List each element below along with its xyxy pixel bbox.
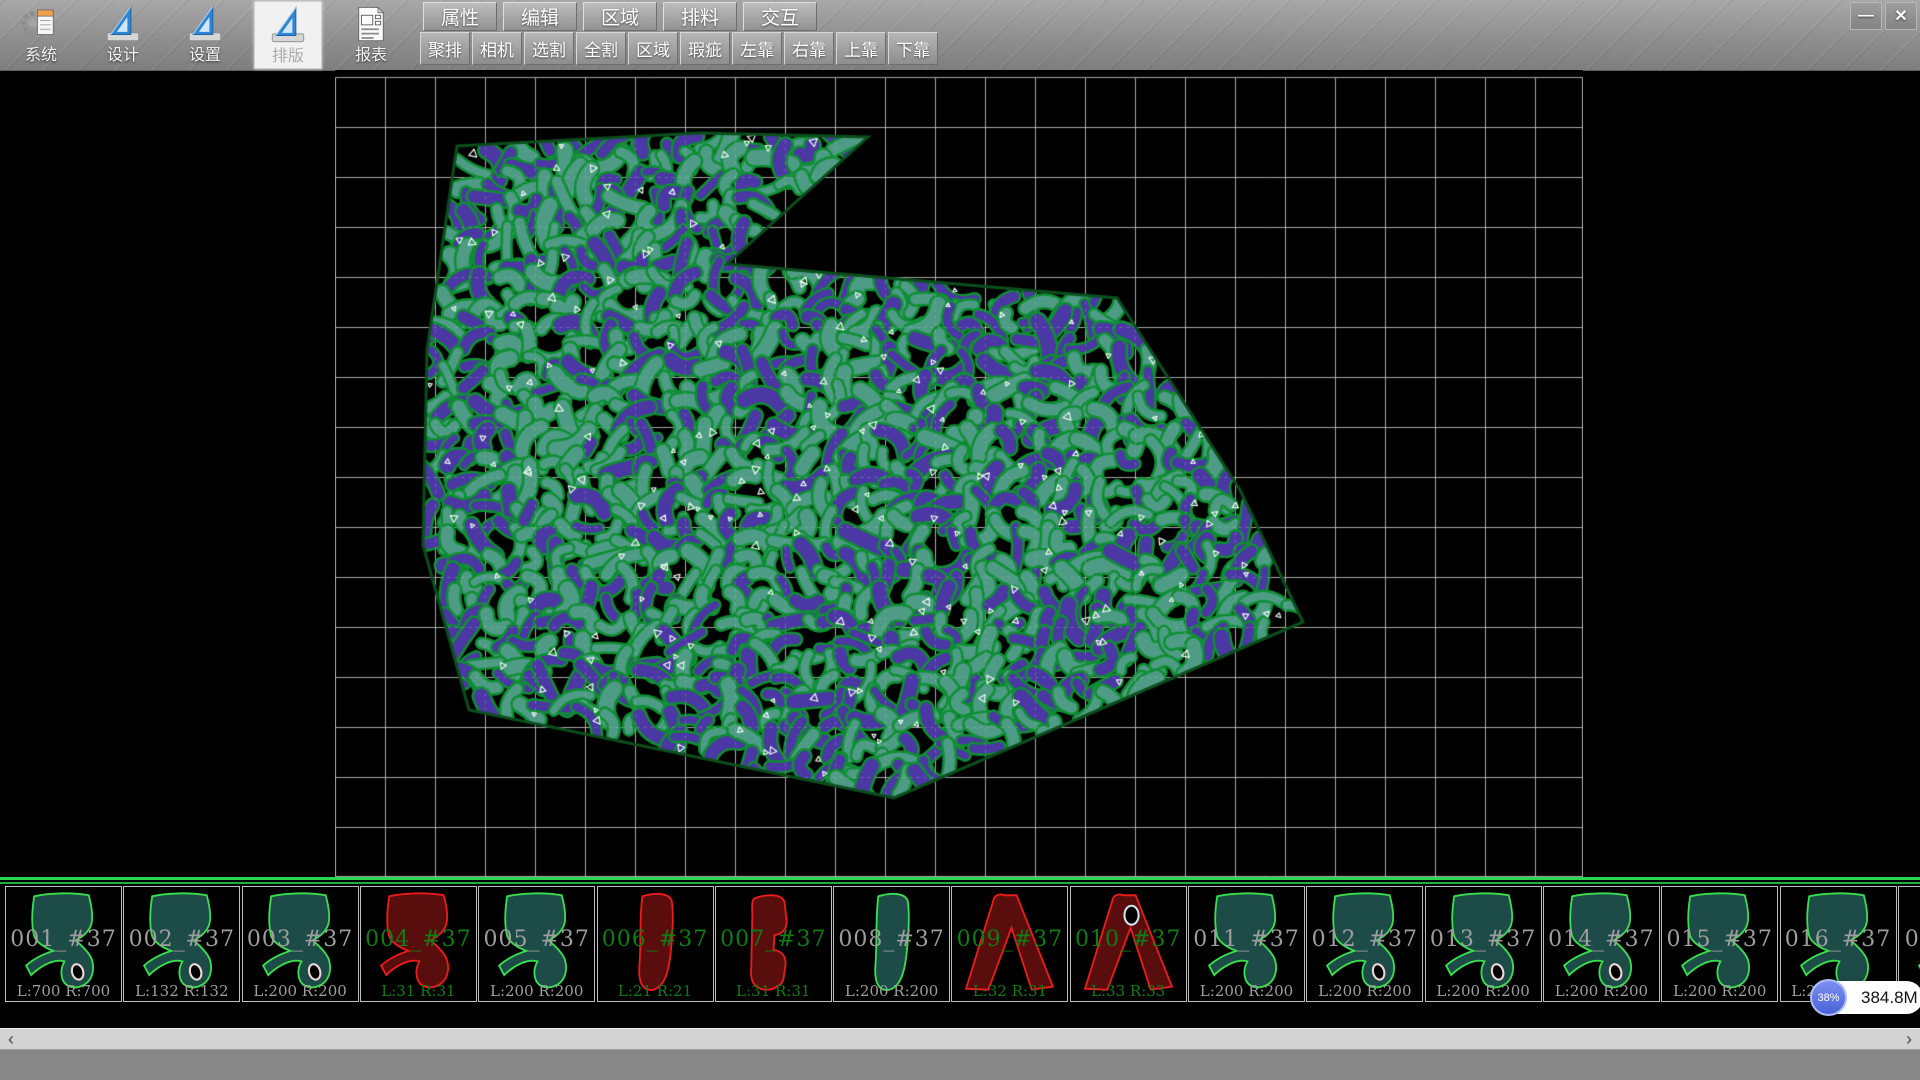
menu-item-4[interactable]: 排料 <box>663 2 737 31</box>
thumbnail-strip: 001_#37L:700 R:700002_#37L:132 R:132003_… <box>0 886 1920 1003</box>
piece-lr-count: L:32 R:31 <box>952 982 1067 1000</box>
nesting-canvas[interactable] <box>335 70 1583 877</box>
piece-lr-count: L:31 R:31 <box>361 982 476 1000</box>
tool-button-8[interactable]: 右靠 <box>784 32 834 65</box>
menu-item-2[interactable]: 编辑 <box>503 2 577 31</box>
piece-lr-count: L:21 R:21 <box>598 982 713 1000</box>
tool-button-10[interactable]: 下靠 <box>888 32 938 65</box>
tool-button-7[interactable]: 左靠 <box>732 32 782 65</box>
thumbnail-12[interactable]: 012_#37 L:200 R:200 <box>1306 886 1423 1002</box>
piece-label: 006_#37 <box>598 927 713 952</box>
piece-lr-count: L:33 R:33 <box>1071 982 1186 1000</box>
piece-label: 015_#37 <box>1662 927 1777 952</box>
tool-button-3[interactable]: 选割 <box>524 32 574 65</box>
ruler-icon <box>172 1 238 47</box>
piece-lr-count: L:200 R:200 <box>1307 982 1422 1000</box>
thumbnail-14[interactable]: 014_#37 L:200 R:200 <box>1543 886 1660 1002</box>
piece-label: 007_#37 <box>716 927 831 952</box>
strip-separator-line <box>0 877 1920 880</box>
piece-lr-count: L:200 R:200 <box>1189 982 1304 1000</box>
piece-lr-count: L:31 R:31 <box>716 982 831 1000</box>
thumbnail-8[interactable]: 008_#37 L:200 R:200 <box>833 886 950 1002</box>
thumbnail-13[interactable]: 013_#37 L:200 R:200 <box>1425 886 1542 1002</box>
piece-label: 004_#37 <box>361 927 476 952</box>
app-button-1[interactable]: 系统 <box>8 1 74 67</box>
piece-label: 010_#37 <box>1071 927 1186 952</box>
ruler-icon <box>90 1 156 47</box>
tool-button-5[interactable]: 区域 <box>628 32 678 65</box>
piece-lr-count: L:132 R:132 <box>124 982 239 1000</box>
menu-item-5[interactable]: 交互 <box>743 2 817 31</box>
minimize-button[interactable]: — <box>1850 2 1882 30</box>
thumbnail-5[interactable]: 005_#37 L:200 R:200 <box>478 886 595 1002</box>
thumbnail-11[interactable]: 011_#37 L:200 R:200 <box>1188 886 1305 1002</box>
piece-label: 001_#37 <box>6 927 121 952</box>
piece-label: 002_#37 <box>124 927 239 952</box>
piece-label: 014_#37 <box>1544 927 1659 952</box>
thumbnail-7[interactable]: 007_#37 L:31 R:31 <box>715 886 832 1002</box>
piece-label: 013_#37 <box>1426 927 1541 952</box>
piece-label: 003_#37 <box>243 927 358 952</box>
scroll-left-arrow-icon[interactable]: ‹ <box>0 1029 22 1050</box>
app-button-label: 设置 <box>172 47 238 65</box>
app-button-label: 系统 <box>8 47 74 65</box>
piece-lr-count: L:700 R:700 <box>6 982 121 1000</box>
piece-lr-count: L:200 R:200 <box>1662 982 1777 1000</box>
thumbnail-15[interactable]: 015_#37 L:200 R:200 <box>1661 886 1778 1002</box>
tool-row: 聚排相机选割全割区域瑕疵左靠右靠上靠下靠 <box>420 32 938 65</box>
thumbnail-2[interactable]: 002_#37 L:132 R:132 <box>123 886 240 1002</box>
tool-button-9[interactable]: 上靠 <box>836 32 886 65</box>
piece-label: 011_#37 <box>1189 927 1304 952</box>
thumbnail-10[interactable]: 010_#37 L:33 R:33 <box>1070 886 1187 1002</box>
app-button-5[interactable]: 报表 <box>338 1 404 67</box>
app-button-label: 排版 <box>255 48 321 66</box>
app-button-2[interactable]: 设计 <box>90 1 156 67</box>
tool-button-2[interactable]: 相机 <box>472 32 522 65</box>
application-window: 系统设计设置排版报表 属性编辑区域排料交互 聚排相机选割全割区域瑕疵左靠右靠上靠… <box>0 0 1920 1080</box>
progress-percent-badge[interactable]: 38% <box>1810 979 1847 1016</box>
report-icon <box>338 1 404 47</box>
thumbnail-6[interactable]: 006_#37 L:21 R:21 <box>597 886 714 1002</box>
strip-separator-line-2 <box>0 882 1920 884</box>
ruler-icon <box>255 2 321 48</box>
menu-item-3[interactable]: 区域 <box>583 2 657 31</box>
app-button-label: 报表 <box>338 47 404 65</box>
scroll-right-arrow-icon[interactable]: › <box>1898 1029 1920 1050</box>
piece-label: 012_#37 <box>1307 927 1422 952</box>
app-button-label: 设计 <box>90 47 156 65</box>
tool-button-6[interactable]: 瑕疵 <box>680 32 730 65</box>
piece-label: 005_#37 <box>479 927 594 952</box>
tool-button-1[interactable]: 聚排 <box>420 32 470 65</box>
piece-label: 0 <box>1899 927 1920 952</box>
piece-label: 008_#37 <box>834 927 949 952</box>
menu-item-1[interactable]: 属性 <box>423 2 497 31</box>
window-controls: — ✕ <box>1850 2 1917 30</box>
menu-row: 属性编辑区域排料交互 <box>423 2 817 31</box>
piece-label: 016_#37 <box>1781 927 1896 952</box>
piece-lr-count: L:200 R:200 <box>1426 982 1541 1000</box>
app-launcher: 系统设计设置排版报表 <box>0 0 412 70</box>
app-button-4[interactable]: 排版 <box>254 1 322 69</box>
tool-button-4[interactable]: 全割 <box>576 32 626 65</box>
piece-lr-count: L:200 R:200 <box>834 982 949 1000</box>
progress-percent-label: 38% <box>1817 992 1839 1004</box>
piece-label: 009_#37 <box>952 927 1067 952</box>
thumbnail-3[interactable]: 003_#37 L:200 R:200 <box>242 886 359 1002</box>
horizontal-scrollbar[interactable]: ‹ › <box>0 1028 1920 1050</box>
piece-lr-count: L:200 R:200 <box>479 982 594 1000</box>
thumbnail-9[interactable]: 009_#37 L:32 R:31 <box>951 886 1068 1002</box>
system-icon <box>8 1 74 47</box>
piece-lr-count: L:200 R:200 <box>1544 982 1659 1000</box>
thumbnail-1[interactable]: 001_#37 L:700 R:700 <box>5 886 122 1002</box>
toolbar: 系统设计设置排版报表 属性编辑区域排料交互 聚排相机选割全割区域瑕疵左靠右靠上靠… <box>0 0 1920 71</box>
piece-lr-count: L:200 R:200 <box>243 982 358 1000</box>
thumbnail-4[interactable]: 004_#37 L:31 R:31 <box>360 886 477 1002</box>
close-button[interactable]: ✕ <box>1885 2 1917 30</box>
memory-value: 384.8M <box>1861 981 1918 1014</box>
status-bar <box>0 1049 1920 1080</box>
app-button-3[interactable]: 设置 <box>172 1 238 67</box>
